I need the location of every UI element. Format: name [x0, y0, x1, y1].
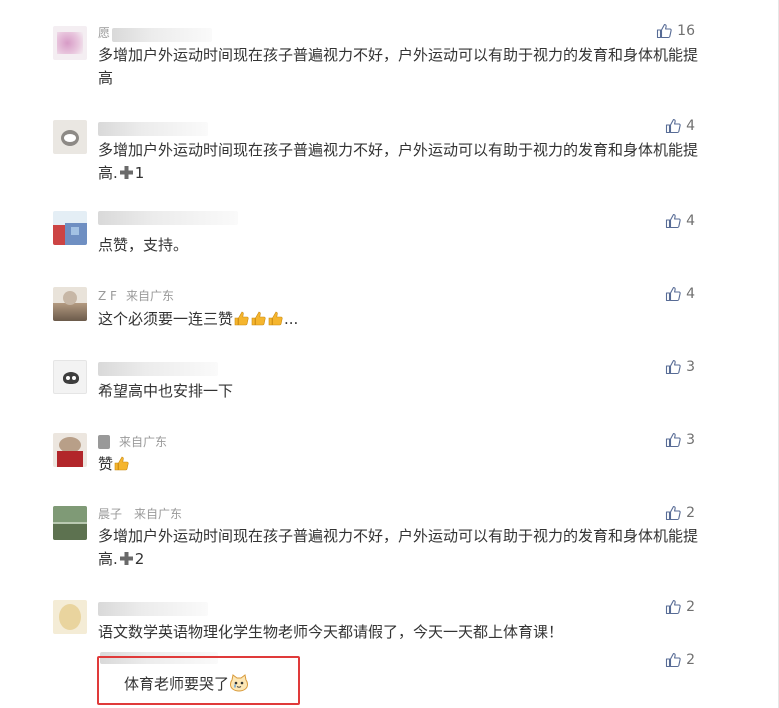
like-count: 3 [686, 432, 695, 448]
avatar[interactable] [53, 211, 87, 245]
avatar[interactable] [53, 360, 87, 394]
avatar[interactable] [53, 506, 87, 540]
thumbs-up-icon [666, 652, 681, 668]
plus-emoji-icon [118, 550, 135, 567]
like-button[interactable]: 4 [665, 118, 695, 134]
like-count: 2 [686, 599, 695, 615]
like-count: 2 [686, 652, 695, 668]
like-button[interactable]: 4 [665, 286, 695, 302]
like-button[interactable]: 3 [665, 359, 695, 375]
commenter-name: 愿 [98, 26, 111, 40]
comment-text: 点赞，支持。 [98, 236, 189, 254]
like-count: 16 [677, 23, 695, 39]
like-count: 4 [686, 118, 695, 134]
thumbs-up-icon [666, 118, 681, 134]
comment-source: 来自广东 [126, 289, 175, 303]
thumbs-up-emoji-icon [250, 310, 267, 327]
thumbs-up-icon [666, 505, 681, 521]
avatar[interactable] [53, 287, 87, 321]
like-button[interactable]: 3 [665, 432, 695, 448]
like-count: 3 [686, 359, 695, 375]
commenter-name-blurred [98, 435, 110, 449]
thumbs-up-icon [666, 359, 681, 375]
comment-text: 语文数学英语物理化学生物老师今天都请假了，今天一天都上体育课！ [98, 623, 564, 641]
comment-text: 希望高中也安排一下 [98, 382, 234, 400]
comment-text: 多增加户外运动时间现在孩子普遍视力不好，户外运动可以有助于视力的发育和身体机能提… [98, 46, 699, 87]
like-button[interactable]: 2 [665, 599, 695, 615]
like-count: 4 [686, 213, 695, 229]
comment-text: 这个必须要一连三赞... [98, 310, 299, 328]
like-count: 4 [686, 286, 695, 302]
comment-text: 多增加户外运动时间现在孩子普遍视力不好，户外运动可以有助于视力的发育和身体机能提… [98, 527, 699, 568]
avatar[interactable] [53, 26, 87, 60]
thumbs-up-icon [666, 432, 681, 448]
comment-source: 来自广东 [134, 507, 183, 521]
comment-source: 来自广东 [119, 435, 168, 449]
thumbs-up-icon [666, 213, 681, 229]
commenter-name-blurred [98, 362, 218, 376]
like-count: 2 [686, 505, 695, 521]
thumbs-up-emoji-icon [233, 310, 250, 327]
like-button[interactable]: 16 [656, 23, 695, 39]
commenter-name: 晨子 [98, 507, 123, 521]
thumbs-up-emoji-icon [267, 310, 284, 327]
reply-text: 体育老师要哭了 [124, 673, 294, 696]
comment-text: 多增加户外运动时间现在孩子普遍视力不好，户外运动可以有助于视力的发育和身体机能提… [98, 141, 699, 182]
cat-face-emoji-icon [229, 673, 249, 693]
thumbs-up-icon [666, 286, 681, 302]
commenter-name-blurred [112, 28, 212, 42]
avatar[interactable] [53, 433, 87, 467]
plus-emoji-icon [118, 164, 135, 181]
thumbs-up-icon [666, 599, 681, 615]
like-button[interactable]: 2 [665, 652, 695, 668]
avatar[interactable] [53, 120, 87, 154]
thumbs-up-icon [657, 23, 672, 39]
commenter-name: Z F [98, 289, 117, 303]
commenter-name-blurred [98, 211, 238, 225]
like-button[interactable]: 4 [665, 213, 695, 229]
avatar[interactable] [53, 600, 87, 634]
commenter-name-blurred [98, 602, 208, 616]
comment-text: 赞 [98, 453, 708, 476]
thumbs-up-emoji-icon [113, 455, 130, 472]
commenter-name-blurred [98, 122, 208, 136]
like-button[interactable]: 2 [665, 505, 695, 521]
